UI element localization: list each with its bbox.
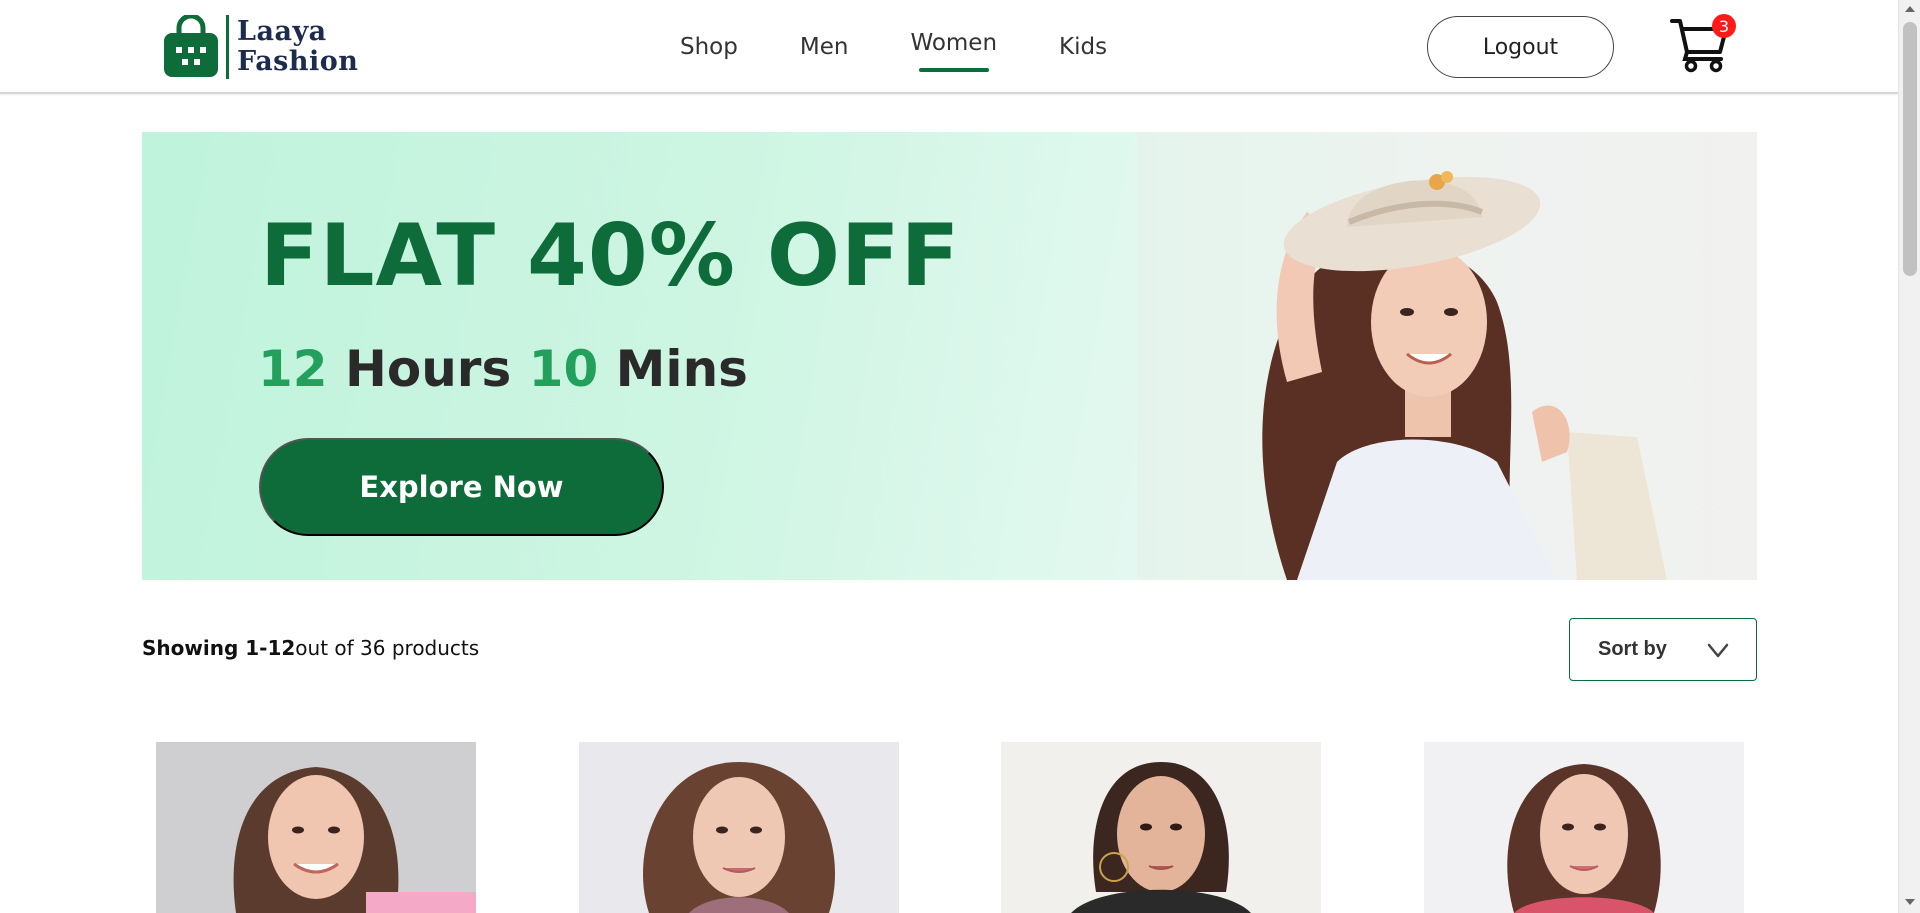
- timer-hours-value: 12: [258, 340, 328, 398]
- timer-hours-label: Hours: [345, 340, 512, 398]
- promo-banner: FLAT 40% OFF 12 Hours 10 Mins Explore No…: [142, 132, 1757, 580]
- explore-now-button[interactable]: Explore Now: [259, 438, 664, 536]
- page-scrollbar[interactable]: [1898, 0, 1920, 913]
- scroll-down-arrow-icon[interactable]: [1905, 899, 1915, 905]
- countdown-timer: 12 Hours 10 Mins: [258, 340, 748, 398]
- nav-item-women[interactable]: Women: [910, 30, 998, 72]
- sort-label: Sort by: [1598, 638, 1667, 660]
- main-nav: Shop Men Women Kids: [680, 0, 1169, 94]
- timer-mins-value: 10: [528, 340, 599, 398]
- product-card-image[interactable]: [1001, 742, 1321, 913]
- nav-item-men[interactable]: Men: [800, 34, 849, 60]
- timer-mins-label: Mins: [615, 340, 748, 398]
- brand-name-line1: Laaya: [237, 16, 327, 47]
- logout-button[interactable]: Logout: [1427, 16, 1614, 78]
- cart-count-badge: 3: [1712, 14, 1736, 38]
- shopping-bag-icon: [162, 13, 220, 79]
- nav-item-women-label: Women: [910, 30, 998, 56]
- scroll-up-arrow-icon[interactable]: [1905, 6, 1915, 12]
- scrollbar-thumb[interactable]: [1903, 22, 1917, 276]
- nav-item-shop[interactable]: Shop: [680, 34, 738, 60]
- site-header: Laaya Fashion Shop Men Women Kids Logout…: [0, 0, 1898, 94]
- brand-name-line2: Fashion: [237, 46, 359, 77]
- nav-item-kids[interactable]: Kids: [1059, 34, 1107, 60]
- product-card-image[interactable]: [579, 742, 899, 913]
- results-range: Showing 1-12: [142, 636, 296, 660]
- banner-model-image: [1137, 132, 1757, 580]
- logo-divider: [226, 15, 229, 79]
- product-card-image[interactable]: [1424, 742, 1744, 913]
- active-nav-underline: [919, 68, 990, 72]
- chevron-down-icon: [1707, 643, 1729, 658]
- product-card-image[interactable]: [156, 742, 476, 913]
- brand-logo[interactable]: Laaya Fashion: [162, 13, 358, 80]
- sort-dropdown[interactable]: Sort by: [1569, 618, 1757, 681]
- results-count: Showing 1-12out of 36 products: [142, 636, 479, 660]
- banner-headline: FLAT 40% OFF: [260, 206, 961, 306]
- results-total: out of 36 products: [295, 636, 480, 660]
- brand-name: Laaya Fashion: [237, 17, 358, 77]
